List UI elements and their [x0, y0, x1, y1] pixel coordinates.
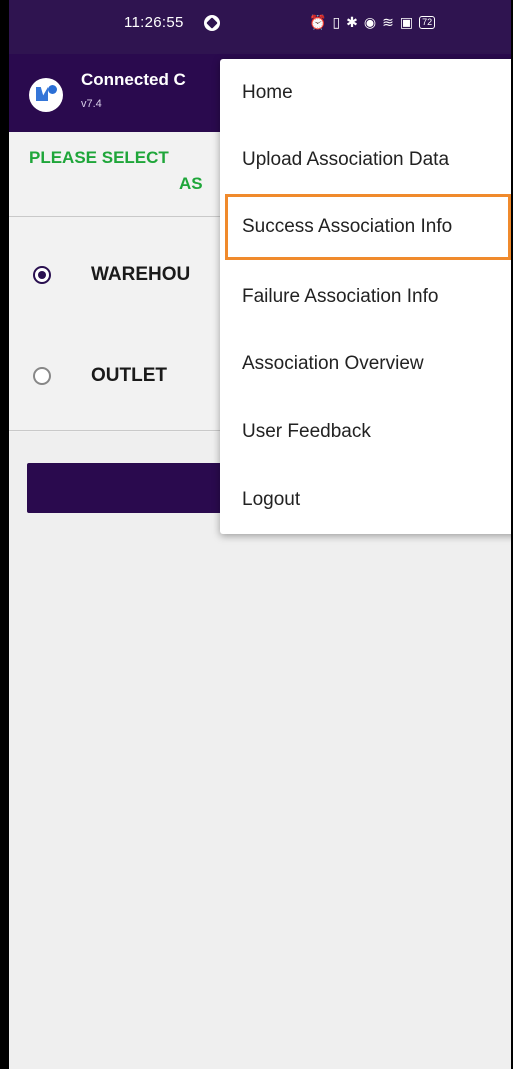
status-bar: 11:26:55 ⏰ ▯ ✱ ◉ ≋ ▣ 72: [9, 0, 511, 54]
wifi-icon: ≋: [382, 14, 394, 30]
radio-checked-icon[interactable]: [33, 266, 51, 284]
app-title: Connected C: [81, 70, 186, 89]
app-notification-icon: [204, 15, 220, 31]
bluetooth-icon: ✱: [346, 14, 358, 30]
status-time: 11:26:55: [124, 14, 184, 31]
app-version: v7.4: [81, 98, 102, 110]
location-icon: ◉: [363, 14, 377, 30]
overflow-menu: Home Upload Association Data Success Ass…: [220, 59, 511, 534]
status-icons: ⏰ ▯ ✱ ◉ ≋ ▣ 72: [309, 14, 436, 31]
menu-item-success-association-info[interactable]: Success Association Info: [225, 194, 511, 260]
menu-item-label: Home: [242, 82, 293, 103]
menu-item-logout[interactable]: Logout: [220, 469, 511, 531]
menu-item-user-feedback[interactable]: User Feedback: [220, 401, 511, 463]
radio-label-warehouse: WAREHOU: [91, 264, 191, 285]
menu-item-label: User Feedback: [242, 421, 371, 442]
menu-item-upload-association-data[interactable]: Upload Association Data: [220, 129, 511, 191]
menu-item-label: Logout: [242, 489, 301, 510]
menu-item-label: Upload Association Data: [242, 149, 450, 170]
prompt-text-line2: AS: [179, 174, 203, 193]
radio-label-outlet: OUTLET: [91, 365, 167, 386]
menu-item-association-overview[interactable]: Association Overview: [220, 333, 511, 395]
battery-icon: 72: [419, 16, 436, 29]
menu-item-label: Association Overview: [242, 353, 424, 374]
radio-unchecked-icon[interactable]: [33, 367, 51, 385]
menu-item-home[interactable]: Home: [220, 62, 511, 124]
screenshot-icon: ▣: [399, 14, 414, 30]
menu-item-failure-association-info[interactable]: Failure Association Info: [220, 266, 511, 328]
phone-screen: 11:26:55 ⏰ ▯ ✱ ◉ ≋ ▣ 72 Connected C v7.4…: [9, 0, 511, 1069]
menu-item-label: Failure Association Info: [242, 286, 439, 307]
alarm-icon: ⏰: [309, 14, 327, 30]
app-logo-icon: [29, 78, 63, 112]
prompt-text: PLEASE SELECT: [29, 148, 169, 167]
menu-item-label: Success Association Info: [242, 216, 453, 237]
vibrate-icon: ▯: [332, 14, 341, 30]
